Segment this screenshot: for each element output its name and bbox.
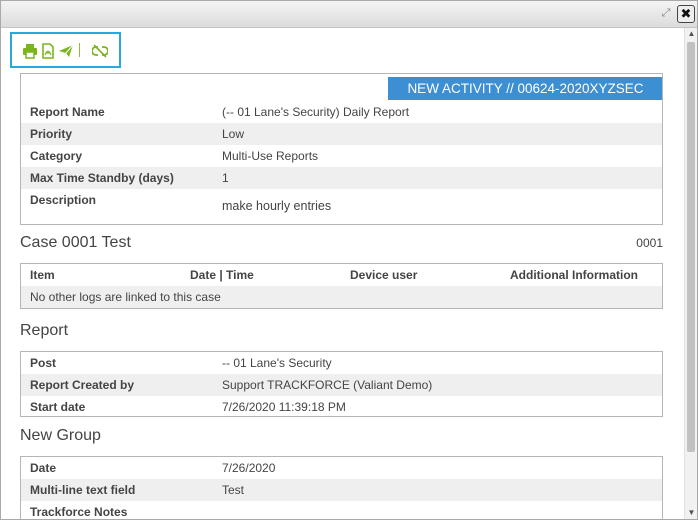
field-label: Report Name [30, 105, 105, 119]
field-row: Report Created by Support TRACKFORCE (Va… [21, 374, 662, 396]
field-row: Description make hourly entries [21, 189, 662, 219]
group-details-table: Date 7/26/2020 Multi-line text field Tes… [20, 456, 663, 519]
field-value: 1 [222, 171, 229, 185]
field-label: Category [30, 149, 83, 163]
field-value: Support TRACKFORCE (Valiant Demo) [222, 378, 433, 392]
column-header: Device user [350, 268, 418, 282]
column-header: Additional Information [510, 268, 638, 282]
field-label: Start date [30, 400, 86, 414]
report-title: Report [20, 322, 69, 339]
case-number: 0001 [636, 236, 663, 250]
report-dialog: ⤢ ✖ NEW ACTIVITY // 00624-2020XYZSEC Rep… [0, 0, 698, 520]
send-icon[interactable] [58, 43, 74, 59]
field-label: Description [30, 193, 97, 207]
field-row: Priority Low [21, 123, 662, 145]
case-title: Case 0001 Test [20, 234, 131, 251]
group-title: New Group [20, 427, 101, 444]
print-icon[interactable] [22, 43, 38, 59]
empty-message: No other logs are linked to this case [30, 290, 221, 304]
close-icon[interactable]: ✖ [677, 5, 695, 23]
field-value: Low [222, 127, 245, 141]
empty-row: No other logs are linked to this case [21, 286, 662, 308]
field-value: 7/26/2020 11:39:18 PM [222, 400, 346, 414]
field-label: Multi-line text field [30, 483, 136, 497]
activity-details-table: Report Name (-- 01 Lane's Security) Dail… [20, 73, 663, 225]
field-row: Category Multi-Use Reports [21, 145, 662, 167]
toolbar-divider [79, 43, 80, 57]
field-row: Max Time Standby (days) 1 [21, 167, 662, 189]
field-value: -- 01 Lane's Security [222, 356, 332, 370]
unlink-icon[interactable] [92, 43, 108, 59]
field-label: Report Created by [30, 378, 135, 392]
field-label: Date [30, 461, 57, 475]
field-value: (-- 01 Lane's Security) Daily Report [222, 105, 410, 119]
field-row: Trackforce Notes [21, 501, 662, 519]
field-label: Priority [30, 127, 73, 141]
scroll-down-icon[interactable]: ▼ [685, 507, 697, 519]
column-header: Item [30, 268, 55, 282]
field-label: Post [30, 356, 57, 370]
scroll-thumb[interactable] [687, 42, 695, 452]
scroll-up-icon[interactable]: ▲ [685, 28, 697, 40]
field-row: Report Name (-- 01 Lane's Security) Dail… [21, 101, 662, 123]
field-value: make hourly entries [222, 199, 332, 213]
table-header: Item Date | Time Device user Additional … [21, 264, 662, 286]
pdf-icon[interactable] [40, 43, 56, 59]
field-value: Multi-Use Reports [222, 149, 319, 163]
field-label: Trackforce Notes [30, 505, 128, 519]
field-row: Start date 7/26/2020 11:39:18 PM [21, 396, 662, 418]
case-logs-table: Item Date | Time Device user Additional … [20, 263, 663, 309]
field-row: Post -- 01 Lane's Security [21, 352, 662, 374]
field-row: Multi-line text field Test [21, 479, 662, 501]
field-row: Date 7/26/2020 [21, 457, 662, 479]
field-value: Test [222, 483, 245, 497]
dialog-content: NEW ACTIVITY // 00624-2020XYZSEC Report … [1, 28, 684, 519]
field-label: Max Time Standby (days) [30, 171, 174, 185]
expand-icon[interactable]: ⤢ [659, 6, 673, 20]
field-value: 7/26/2020 [222, 461, 276, 475]
vertical-scrollbar[interactable]: ▲ ▼ [684, 28, 697, 519]
dialog-titlebar: ⤢ ✖ [1, 1, 697, 28]
action-toolbar [10, 32, 121, 68]
column-header: Date | Time [190, 268, 254, 282]
report-details-table: Post -- 01 Lane's Security Report Create… [20, 351, 663, 417]
